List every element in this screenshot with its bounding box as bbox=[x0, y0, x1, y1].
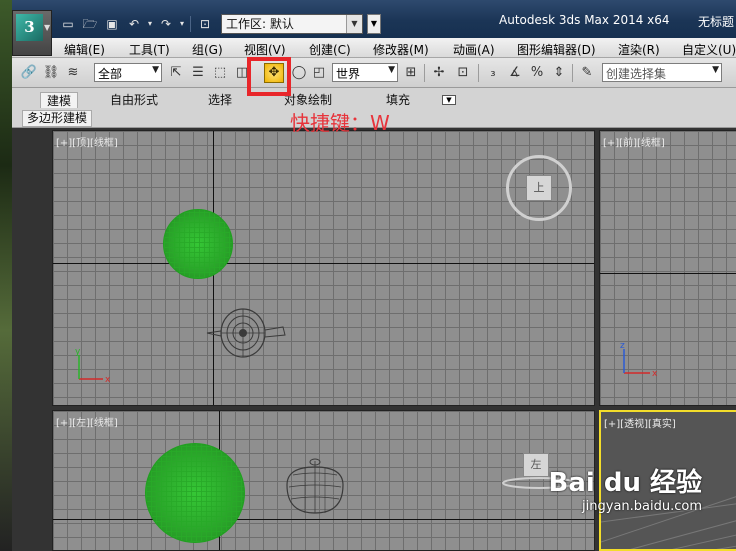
menu-tools[interactable]: 工具(T) bbox=[129, 41, 170, 58]
chevron-down-icon: ▼ bbox=[346, 15, 362, 33]
pivot-center-icon[interactable]: ⊞ bbox=[402, 64, 420, 82]
save-file-icon[interactable]: ▣ bbox=[102, 14, 122, 34]
select-by-name-icon[interactable]: ☰ bbox=[189, 64, 207, 82]
project-folder-icon[interactable]: ⊡ bbox=[195, 14, 215, 34]
redo-icon[interactable]: ↷ bbox=[156, 14, 176, 34]
svg-text:x: x bbox=[652, 369, 658, 379]
baidu-watermark: Bai du 经验 jingyan.baidu.com bbox=[549, 462, 703, 514]
title-bar: ▭ 🗁 ▣ ↶ ▾ ↷ ▾ ⊡ 工作区: 默认 ▼ ▼ Autodesk 3ds… bbox=[12, 0, 736, 38]
menu-views[interactable]: 视图(V) bbox=[244, 41, 286, 58]
axis-tripod-icon: x z bbox=[620, 341, 658, 379]
tab-modeling[interactable]: 建模 bbox=[40, 92, 79, 108]
tab-freeform[interactable]: 自由形式 bbox=[104, 92, 164, 108]
open-file-icon[interactable]: 🗁 bbox=[80, 14, 100, 34]
move-tool-highlight bbox=[247, 57, 291, 96]
reference-coordinate-dropdown[interactable]: 世界 ▼ bbox=[332, 63, 398, 82]
select-object-icon[interactable]: ⇱ bbox=[167, 64, 185, 82]
tab-populate[interactable]: 填充 bbox=[380, 92, 416, 108]
select-and-scale-icon[interactable]: ◰ bbox=[310, 64, 328, 82]
chevron-down-icon: ▼ bbox=[712, 65, 719, 75]
main-toolbar: 🔗 ⛓ ≋ 全部 ▼ ⇱ ☰ ⬚ ◫ ✥ ◯ ◰ 世界 ▼ ⊞ ✢ ⊡ ₃ ∡ … bbox=[12, 58, 736, 88]
keyboard-shortcut-override-icon[interactable]: ⊡ bbox=[454, 64, 472, 82]
select-manipulate-icon[interactable]: ✢ bbox=[430, 64, 448, 82]
viewport-front[interactable]: [+][前][线框] x z bbox=[599, 130, 736, 406]
menu-rendering[interactable]: 渲染(R) bbox=[618, 41, 660, 58]
svg-text:y: y bbox=[75, 347, 81, 357]
menu-bar: 编辑(E) 工具(T) 组(G) 视图(V) 创建(C) 修改器(M) 动画(A… bbox=[12, 38, 736, 58]
app-title: Autodesk 3ds Max 2014 x64 bbox=[499, 13, 670, 27]
reference-coordinate-value: 世界 bbox=[336, 67, 361, 81]
polygon-modeling-panel[interactable]: 多边形建模 bbox=[22, 110, 93, 127]
viewport-left[interactable]: [+][左][线框] 左 bbox=[52, 410, 595, 551]
ribbon: 建模 自由形式 选择 对象绘制 填充 ▼ 多边形建模 快捷键：W bbox=[12, 88, 736, 135]
shortcut-annotation: 快捷键：W bbox=[290, 111, 390, 135]
workspace-selector[interactable]: 工作区: 默认 ▼ bbox=[221, 14, 363, 34]
viewcube-face-left[interactable]: 左 bbox=[523, 453, 549, 477]
viewcube-face-top[interactable]: 上 bbox=[526, 175, 552, 201]
svg-text:x: x bbox=[105, 375, 111, 385]
viewport-label[interactable]: [+][前][线框] bbox=[603, 134, 665, 149]
teapot-wireframe[interactable] bbox=[275, 455, 355, 519]
ribbon-options-icon[interactable]: ▼ bbox=[442, 95, 456, 105]
application-button[interactable]: 3 ▼ bbox=[12, 10, 52, 56]
watermark-url: jingyan.baidu.com bbox=[582, 499, 702, 514]
chevron-down-icon: ▼ bbox=[44, 23, 51, 32]
redo-dropdown-icon[interactable]: ▾ bbox=[178, 14, 186, 34]
document-title: 无标题 bbox=[698, 15, 735, 29]
selection-filter-value: 全部 bbox=[98, 67, 123, 81]
chevron-down-icon: ▼ bbox=[388, 65, 395, 75]
select-and-link-icon[interactable]: 🔗 bbox=[20, 64, 38, 82]
separator bbox=[572, 64, 573, 82]
3dsmax-window: ▭ 🗁 ▣ ↶ ▾ ↷ ▾ ⊡ 工作区: 默认 ▼ ▼ Autodesk 3ds… bbox=[0, 0, 736, 551]
viewport-label[interactable]: [+][顶][线框] bbox=[56, 134, 118, 149]
quick-access-menu-icon[interactable]: ▼ bbox=[367, 14, 381, 34]
undo-dropdown-icon[interactable]: ▾ bbox=[146, 14, 154, 34]
quick-access-toolbar: ▭ 🗁 ▣ ↶ ▾ ↷ ▾ ⊡ 工作区: 默认 ▼ ▼ bbox=[58, 13, 381, 35]
axis-tripod-icon: x y bbox=[75, 347, 111, 385]
viewport-top[interactable]: [+][顶][线框] x y 上 bbox=[52, 130, 595, 406]
separator bbox=[478, 64, 479, 82]
menu-modifiers[interactable]: 修改器(M) bbox=[373, 41, 429, 58]
menu-create[interactable]: 创建(C) bbox=[309, 41, 351, 58]
svg-text:z: z bbox=[620, 341, 625, 351]
chevron-down-icon: ▼ bbox=[152, 65, 159, 75]
menu-group[interactable]: 组(G) bbox=[192, 41, 223, 58]
desktop-background bbox=[0, 0, 12, 551]
app-logo-icon: 3 bbox=[16, 14, 43, 41]
grid-axis-x bbox=[53, 519, 594, 520]
viewport-label[interactable]: [+][透视][真实] bbox=[604, 415, 676, 430]
separator bbox=[424, 64, 425, 82]
named-selection-placeholder: 创建选择集 bbox=[606, 67, 667, 81]
menu-customize[interactable]: 自定义(U) bbox=[682, 41, 736, 58]
sphere-object[interactable] bbox=[163, 209, 233, 279]
teapot-wireframe[interactable] bbox=[203, 303, 293, 363]
selection-filter-dropdown[interactable]: 全部 ▼ bbox=[94, 63, 162, 82]
viewport-label[interactable]: [+][左][线框] bbox=[56, 414, 118, 429]
angle-snap-icon[interactable]: ∡ bbox=[506, 64, 524, 82]
menu-animation[interactable]: 动画(A) bbox=[453, 41, 495, 58]
spinner-snap-icon[interactable]: ⇕ bbox=[550, 64, 568, 82]
menu-edit[interactable]: 编辑(E) bbox=[64, 41, 105, 58]
grid-axis-x bbox=[600, 273, 736, 274]
new-file-icon[interactable]: ▭ bbox=[58, 14, 78, 34]
bind-space-warp-icon[interactable]: ≋ bbox=[64, 64, 82, 82]
sphere-object[interactable] bbox=[145, 443, 245, 543]
workspace-label: 工作区: 默认 bbox=[226, 17, 294, 31]
menu-graph-editors[interactable]: 图形编辑器(D) bbox=[517, 41, 596, 58]
edit-named-selection-icon[interactable]: ✎ bbox=[578, 64, 596, 82]
snaps-toggle-icon[interactable]: ₃ bbox=[484, 64, 502, 82]
tab-selection[interactable]: 选择 bbox=[202, 92, 238, 108]
select-and-rotate-icon[interactable]: ◯ bbox=[290, 64, 308, 82]
viewcube[interactable]: 上 bbox=[504, 153, 574, 223]
unlink-icon[interactable]: ⛓ bbox=[42, 64, 60, 82]
separator bbox=[190, 16, 191, 32]
named-selection-dropdown[interactable]: 创建选择集 ▼ bbox=[602, 63, 722, 82]
rectangular-selection-icon[interactable]: ⬚ bbox=[211, 64, 229, 82]
undo-icon[interactable]: ↶ bbox=[124, 14, 144, 34]
grid-axis-x bbox=[53, 263, 594, 264]
watermark-logo: Bai du 经验 bbox=[548, 468, 703, 498]
percent-snap-icon[interactable]: % bbox=[528, 64, 546, 82]
